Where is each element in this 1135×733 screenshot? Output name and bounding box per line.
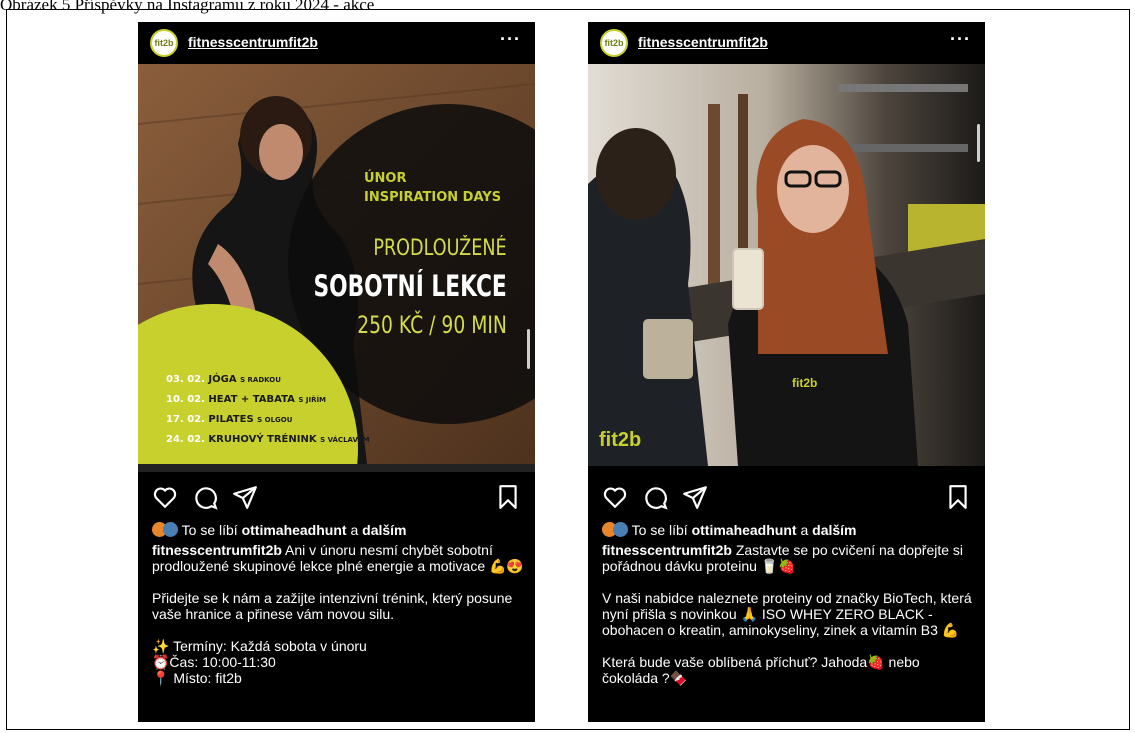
banner-line1: PRODLOUŽENÉ [373,236,507,261]
account-name[interactable]: fitnesscentrumfit2b [638,34,768,50]
banner-month: ÚNOR [364,171,407,186]
schedule-item: 10. 02. HEAT + TABATA S JIŘÍM [166,394,327,405]
caption-account[interactable]: fitnesscentrumfit2b [602,542,732,558]
likes-line: To se líbí ottimaheadhunt a dalším [152,522,407,538]
caption-info-line: ⏰Čas: 10:00-11:30 [152,654,276,670]
share-icon[interactable] [232,484,258,510]
banner-line2: SOBOTNÍ LEKCE [313,269,507,303]
protein-shake-photo [588,64,985,466]
post-image[interactable]: fit2b fit2b [588,64,985,466]
likes-user[interactable]: ottimaheadhunt [692,522,797,538]
banner-event: INSPIRATION DAYS [364,190,502,205]
post-header: fit2b fitnesscentrumfit2b ··· [588,22,985,64]
schedule-list: 03. 02. JÓGA S RADKOU 10. 02. HEAT + TAB… [166,370,370,450]
scroll-indicator[interactable] [977,124,980,162]
account-name[interactable]: fitnesscentrumfit2b [188,34,318,50]
heart-icon[interactable] [152,484,178,510]
post-caption: fitnesscentrumfit2b Ani v únoru nesmí ch… [152,542,524,686]
schedule-item: 17. 02. PILATES S OLGOU [166,414,293,425]
caption-info-line: ✨ Termíny: Každá sobota v únoru [152,638,367,654]
share-icon[interactable] [682,484,708,510]
caption-paragraph: Která bude vaše oblíbená příchuť? Jahoda… [602,654,920,686]
likes-user[interactable]: ottimaheadhunt [242,522,347,538]
scroll-indicator[interactable] [527,329,530,369]
photo-logo: fit2b [599,429,642,451]
banner-price: 250 KČ / 90 MIN [357,311,507,339]
instagram-post-1: fit2b fitnesscentrumfit2b ··· ÚNOR INSPI… [138,22,535,722]
caption-paragraph: V naši nabidce naleznete proteiny od zna… [602,590,972,638]
more-options-icon[interactable]: ··· [500,29,521,50]
account-avatar[interactable]: fit2b [150,29,178,57]
liker-avatar [163,522,178,537]
post-image[interactable]: ÚNOR INSPIRATION DAYS PRODLOUŽENÉ SOBOTN… [138,64,535,472]
likes-line: To se líbí ottimaheadhunt a dalším [602,522,857,538]
shirt-logo: fit2b [792,376,818,390]
action-bar [588,478,985,518]
more-options-icon[interactable]: ··· [950,29,971,50]
comment-icon[interactable] [192,484,218,510]
likes-others[interactable]: dalším [362,522,406,538]
instagram-post-2: fit2b fitnesscentrumfit2b ··· fit2b fit2… [588,22,985,722]
likes-others[interactable]: dalším [812,522,856,538]
account-avatar[interactable]: fit2b [600,29,628,57]
action-bar [138,478,535,518]
comment-icon[interactable] [642,484,668,510]
liker-avatar [613,522,628,537]
schedule-item: 24. 02. KRUHOVÝ TRÉNINK S VÁCLAVEM [166,434,370,445]
caption-info-line: 📍 Místo: fit2b [152,670,242,686]
post-header: fit2b fitnesscentrumfit2b ··· [138,22,535,64]
bookmark-icon[interactable] [495,484,521,510]
bookmark-icon[interactable] [945,484,971,510]
banner-text-overlay: ÚNOR INSPIRATION DAYS PRODLOUŽENÉ SOBOTN… [138,64,535,472]
caption-account[interactable]: fitnesscentrumfit2b [152,542,282,558]
schedule-item: 03. 02. JÓGA S RADKOU [166,374,281,385]
caption-paragraph: Přidejte se k nám a zažijte intenzivní t… [152,590,513,622]
post-caption: fitnesscentrumfit2b Zastavte se po cviče… [602,542,974,702]
heart-icon[interactable] [602,484,628,510]
